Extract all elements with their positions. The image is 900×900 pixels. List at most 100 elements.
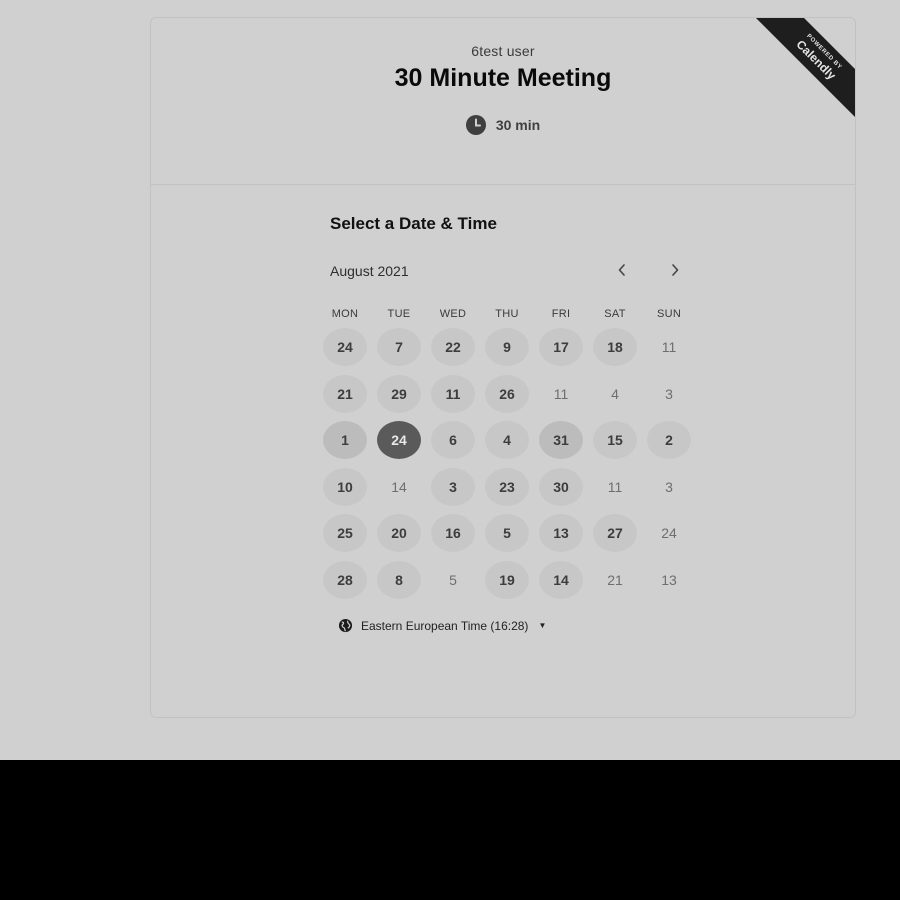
calendar-day-available[interactable]: 9 [480, 324, 534, 371]
calendar-day-number: 26 [485, 374, 529, 413]
powered-by-badge[interactable]: POWERED BY Calendly [745, 18, 855, 128]
weekday-label: TUE [387, 308, 411, 320]
next-month-button[interactable] [663, 258, 687, 282]
calendar-day-available[interactable]: 14 [534, 557, 588, 604]
calendar-day-available[interactable]: 21 [318, 371, 372, 418]
calendar-day-number: 5 [449, 571, 457, 588]
calendar-day-number: 11 [661, 339, 677, 356]
calendar-day-unavailable: 13 [642, 557, 696, 604]
calendar-day-number: 1 [323, 421, 367, 460]
calendar-day-unavailable: 24 [642, 510, 696, 557]
calendar-day-number: 4 [485, 421, 529, 460]
calendar-day-unavailable: 3 [642, 464, 696, 511]
timezone-selector[interactable]: Eastern European Time (16:28) ▼ [338, 618, 546, 633]
calendar-day-number: 2 [647, 421, 691, 460]
calendar-day-number: 25 [323, 514, 367, 553]
calendar-day-number: 24 [661, 525, 677, 542]
timezone-label: Eastern European Time (16:28) [361, 618, 529, 633]
chevron-left-icon [618, 264, 625, 276]
calendar-day-number: 3 [431, 467, 475, 506]
calendar-day-available[interactable]: 5 [480, 510, 534, 557]
calendar-day-number: 5 [485, 514, 529, 553]
calendar-day-available[interactable]: 30 [534, 464, 588, 511]
calendar-day-number: 11 [553, 385, 569, 402]
calendar-day-number: 6 [431, 421, 475, 460]
calendar-day-available[interactable]: 31 [534, 417, 588, 464]
clock-icon [465, 115, 486, 135]
calendar-day-number: 7 [377, 328, 421, 367]
weekday-label: MON [331, 308, 359, 320]
duration-label: 30 min [495, 117, 541, 133]
calendar-day-number: 11 [607, 478, 623, 495]
calendar-day-number: 3 [665, 385, 673, 402]
chevron-right-icon [672, 264, 679, 276]
calendar-day-available[interactable]: 24 [318, 324, 372, 371]
calendar-day-number: 3 [665, 478, 673, 495]
calendar-day-number: 10 [323, 467, 367, 506]
calendar-day-number: 19 [485, 560, 529, 599]
calendar-day-number: 31 [539, 421, 583, 460]
section-title: Select a Date & Time [330, 214, 497, 233]
calendar-day-number: 22 [431, 328, 475, 367]
calendar-day-available[interactable]: 23 [480, 464, 534, 511]
calendar-day-available[interactable]: 8 [372, 557, 426, 604]
month-label: August 2021 [330, 263, 409, 279]
black-letterbox-band [0, 760, 900, 900]
calendar-day-number: 14 [539, 560, 583, 599]
calendar-day-available[interactable]: 10 [318, 464, 372, 511]
calendar-day-unavailable: 11 [534, 371, 588, 418]
calendar-day-available[interactable]: 15 [588, 417, 642, 464]
caret-down-icon: ▼ [538, 621, 547, 630]
calendar-day-available[interactable]: 2 [642, 417, 696, 464]
calendar-day-available[interactable]: 1 [318, 417, 372, 464]
calendar-day-unavailable: 11 [642, 324, 696, 371]
calendar-day-number: 21 [607, 571, 623, 588]
weekday-header-row: MON TUE WED THU FRI SAT SUN [318, 308, 696, 320]
calendar-day-number: 29 [377, 374, 421, 413]
weekday-label: WED [439, 308, 467, 320]
calendar-day-available[interactable]: 29 [372, 371, 426, 418]
calendar-day-available[interactable]: 16 [426, 510, 480, 557]
calendar-day-number: 13 [539, 514, 583, 553]
calendar-day-available[interactable]: 13 [534, 510, 588, 557]
calendar-day-number: 20 [377, 514, 421, 553]
calendar-day-number: 11 [431, 374, 475, 413]
calendar-day-available[interactable]: 7 [372, 324, 426, 371]
weekday-label: FRI [551, 308, 571, 320]
calendar-day-unavailable: 14 [372, 464, 426, 511]
calendar-day-number: 24 [377, 421, 421, 460]
calendar-day-number: 17 [539, 328, 583, 367]
calendar-day-available[interactable]: 27 [588, 510, 642, 557]
calendar-day-number: 4 [611, 385, 619, 402]
calendar-day-available[interactable]: 22 [426, 324, 480, 371]
booking-card: 6test user 30 Minute Meeting 30 min POWE… [150, 17, 856, 718]
weekday-label: THU [495, 308, 519, 320]
globe-icon [338, 618, 353, 633]
calendar-day-number: 28 [323, 560, 367, 599]
calendar-day-available[interactable]: 19 [480, 557, 534, 604]
calendar-day-number: 14 [391, 478, 407, 495]
calendar-day-available[interactable]: 17 [534, 324, 588, 371]
powered-by-ribbon[interactable]: POWERED BY Calendly [750, 18, 855, 126]
calendar-day-available[interactable]: 4 [480, 417, 534, 464]
calendar-day-available[interactable]: 6 [426, 417, 480, 464]
calendar-day-available[interactable]: 3 [426, 464, 480, 511]
calendar-day-number: 21 [323, 374, 367, 413]
calendar-day-number: 18 [593, 328, 637, 367]
calendar-day-number: 8 [377, 560, 421, 599]
calendar-day-number: 15 [593, 421, 637, 460]
calendar-day-number: 27 [593, 514, 637, 553]
calendar-day-unavailable: 4 [588, 371, 642, 418]
calendar-day-selected[interactable]: 24 [372, 417, 426, 464]
calendar-day-available[interactable]: 18 [588, 324, 642, 371]
weekday-label: SUN [656, 308, 682, 320]
previous-month-button[interactable] [610, 258, 634, 282]
calendar-day-available[interactable]: 26 [480, 371, 534, 418]
calendar-day-available[interactable]: 20 [372, 510, 426, 557]
calendar-day-available[interactable]: 28 [318, 557, 372, 604]
calendar-day-available[interactable]: 25 [318, 510, 372, 557]
calendar-day-available[interactable]: 11 [426, 371, 480, 418]
calendar-day-unavailable: 21 [588, 557, 642, 604]
calendar-day-unavailable: 3 [642, 371, 696, 418]
calendar-day-number: 9 [485, 328, 529, 367]
